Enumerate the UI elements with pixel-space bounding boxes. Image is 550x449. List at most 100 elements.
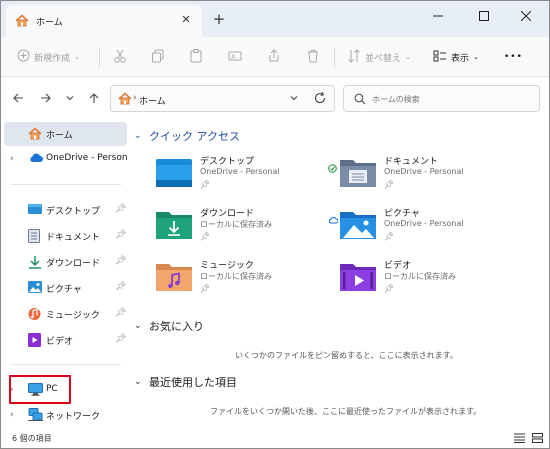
copy-button[interactable] bbox=[151, 37, 165, 77]
close-tab-icon[interactable]: ✕ bbox=[178, 12, 194, 28]
cloud-icon bbox=[28, 152, 43, 166]
sort-button[interactable]: 並べ替え ⌄ bbox=[347, 37, 411, 77]
item-name: ドキュメント bbox=[384, 157, 439, 167]
new-tab-button[interactable]: + bbox=[211, 11, 227, 27]
new-label: 新規作成 bbox=[34, 53, 71, 64]
command-bar: 新規作成 ⌄ A 並べ替え ⌄ 表示 ⌄ ••• bbox=[1, 37, 549, 77]
quick-access-item-pictures[interactable]: ピクチャ OneDrive - Personal 📌︎ bbox=[328, 206, 520, 250]
nav-item-desktop[interactable]: デスクトップ 📌︎ bbox=[4, 198, 127, 222]
section-recent[interactable]: ⌄ 最近使用した項目 bbox=[134, 374, 237, 390]
content-pane: ⌄ クイック アクセス デスクトップ OneDrive - Personal 📌… bbox=[128, 118, 549, 430]
nav-item-label: ドキュメント bbox=[46, 233, 101, 243]
pin-icon[interactable]: 📌︎ bbox=[115, 282, 126, 292]
item-location: OneDrive - Personal bbox=[384, 167, 464, 176]
minimize-button[interactable] bbox=[415, 1, 461, 31]
nav-item-documents[interactable]: ドキュメント 📌︎ bbox=[4, 224, 127, 248]
file-explorer-window: ホーム ✕ + 新規作成 ⌄ A 並べ替え ⌄ 表示 ⌄ ••• › ホーム ホ… bbox=[0, 0, 550, 449]
address-dropdown-icon[interactable] bbox=[289, 93, 299, 105]
chevron-down-icon: ⌄ bbox=[134, 321, 142, 331]
section-title: お気に入り bbox=[149, 320, 204, 333]
close-window-button[interactable] bbox=[503, 1, 549, 31]
up-button[interactable] bbox=[86, 90, 102, 106]
quick-access-item-music[interactable]: ミュージック ローカルに保存済み 📌︎ bbox=[156, 258, 336, 302]
desktop-folder-icon bbox=[156, 156, 192, 191]
item-location: ローカルに保存済み bbox=[200, 272, 272, 281]
videos-icon bbox=[28, 333, 41, 350]
chevron-down-icon: ⌄ bbox=[405, 53, 411, 61]
pin-icon: 📌︎ bbox=[200, 180, 211, 189]
pin-icon: 📌︎ bbox=[200, 284, 211, 293]
chevron-down-icon: ⌄ bbox=[134, 377, 142, 387]
documents-icon bbox=[28, 229, 40, 246]
pin-icon: 📌︎ bbox=[384, 284, 395, 293]
pin-icon[interactable]: 📌︎ bbox=[115, 230, 126, 240]
trash-icon bbox=[306, 49, 320, 66]
download-icon bbox=[28, 255, 42, 272]
address-bar[interactable]: › ホーム bbox=[110, 85, 335, 112]
synced-check-icon bbox=[328, 164, 337, 176]
breadcrumb-home[interactable]: ホーム bbox=[139, 94, 166, 107]
pin-icon[interactable]: 📌︎ bbox=[115, 334, 126, 344]
recent-locations-button[interactable] bbox=[62, 90, 78, 106]
item-count: 6 個の項目 bbox=[12, 434, 52, 443]
nav-divider bbox=[11, 184, 121, 185]
pin-icon[interactable]: 📌︎ bbox=[115, 256, 126, 266]
more-icon: ••• bbox=[504, 52, 523, 62]
pin-icon: 📌︎ bbox=[384, 180, 395, 189]
nav-item-videos[interactable]: ビデオ 📌︎ bbox=[4, 328, 127, 352]
see-more-button[interactable]: ••• bbox=[504, 37, 523, 77]
back-button[interactable] bbox=[10, 90, 26, 106]
chevron-right-icon[interactable]: › bbox=[10, 154, 14, 164]
address-row: › ホーム bbox=[1, 78, 549, 118]
forward-button[interactable] bbox=[38, 90, 54, 106]
pin-icon[interactable]: 📌︎ bbox=[115, 204, 126, 214]
quick-access-item-downloads[interactable]: ダウンロード ローカルに保存済み 📌︎ bbox=[156, 206, 336, 250]
paste-button[interactable] bbox=[189, 37, 203, 77]
videos-folder-icon bbox=[340, 260, 376, 295]
refresh-icon[interactable] bbox=[313, 91, 327, 108]
item-location: OneDrive - Personal bbox=[200, 167, 280, 176]
item-name: ミュージック bbox=[200, 261, 254, 271]
nav-item-pictures[interactable]: ピクチャ 📌︎ bbox=[4, 276, 127, 300]
arrow-up-icon bbox=[89, 93, 99, 103]
new-button[interactable]: 新規作成 ⌄ bbox=[17, 37, 80, 77]
arrow-right-icon bbox=[41, 93, 51, 103]
plus-circle-icon bbox=[17, 49, 30, 65]
section-quick-access[interactable]: ⌄ クイック アクセス bbox=[134, 128, 240, 144]
cloud-status-icon bbox=[328, 216, 339, 227]
nav-item-network[interactable]: › ネットワーク bbox=[4, 403, 127, 427]
breadcrumb-separator: › bbox=[133, 93, 137, 103]
section-favorites[interactable]: ⌄ お気に入り bbox=[134, 318, 204, 334]
favorites-empty-message: いくつかのファイルをピン留めすると、ここに表示されます。 bbox=[235, 351, 458, 360]
nav-item-onedrive[interactable]: › OneDrive - Personal bbox=[4, 147, 130, 171]
home-icon bbox=[15, 14, 29, 30]
search-box[interactable] bbox=[343, 85, 540, 112]
pictures-folder-icon bbox=[340, 208, 376, 243]
nav-item-home[interactable]: ホーム bbox=[4, 122, 127, 146]
nav-item-downloads[interactable]: ダウンロード 📌︎ bbox=[4, 250, 127, 274]
nav-item-label: ピクチャ bbox=[46, 285, 82, 295]
view-button[interactable]: 表示 ⌄ bbox=[433, 37, 479, 77]
share-button[interactable] bbox=[267, 37, 281, 77]
tiles-view-icon[interactable] bbox=[532, 433, 543, 446]
chevron-right-icon[interactable]: › bbox=[10, 410, 14, 420]
rename-button[interactable]: A bbox=[228, 37, 242, 77]
quick-access-item-documents[interactable]: ドキュメント OneDrive - Personal 📌︎ bbox=[328, 154, 520, 198]
maximize-button[interactable] bbox=[461, 1, 507, 31]
search-input[interactable] bbox=[372, 92, 532, 106]
nav-item-label: ミュージック bbox=[46, 311, 100, 321]
delete-button[interactable] bbox=[306, 37, 320, 77]
quick-access-item-videos[interactable]: ビデオ ローカルに保存済み 📌︎ bbox=[340, 258, 520, 302]
quick-access-item-desktop[interactable]: デスクトップ OneDrive - Personal 📌︎ bbox=[156, 154, 336, 198]
details-view-icon[interactable] bbox=[514, 433, 525, 446]
nav-item-label: ビデオ bbox=[46, 337, 74, 347]
title-bar: ホーム ✕ + bbox=[1, 1, 549, 37]
pin-icon[interactable]: 📌︎ bbox=[115, 308, 126, 318]
tab-home[interactable]: ホーム ✕ bbox=[6, 5, 202, 37]
pin-icon: 📌︎ bbox=[384, 232, 395, 241]
cut-button[interactable] bbox=[113, 37, 127, 77]
search-icon bbox=[354, 93, 366, 108]
nav-item-music[interactable]: ミュージック 📌︎ bbox=[4, 302, 127, 326]
tab-title: ホーム bbox=[36, 18, 63, 28]
view-label: 表示 bbox=[451, 53, 470, 64]
